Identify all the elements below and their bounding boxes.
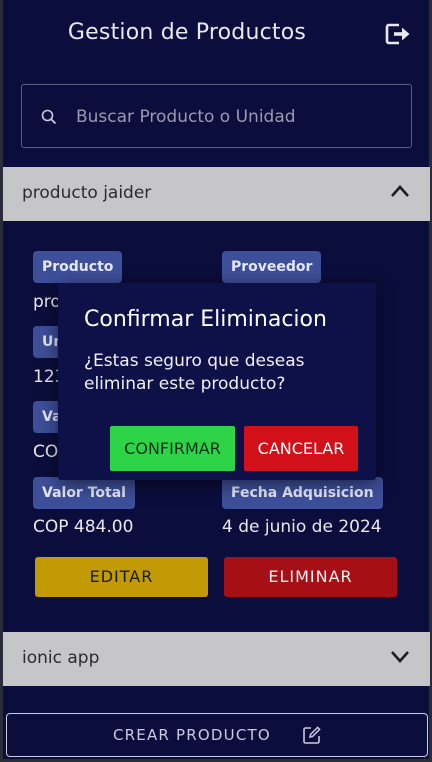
fecha-value: 4 de junio de 2024 xyxy=(222,517,382,537)
edit-button[interactable]: EDITAR xyxy=(35,557,208,597)
page-title: Gestion de Productos xyxy=(67,20,307,45)
create-product-label: CREAR PRODUCTO xyxy=(113,726,271,744)
proveedor-label-badge: Proveedor xyxy=(222,251,322,283)
search-icon xyxy=(41,109,57,125)
delete-button[interactable]: ELIMINAR xyxy=(224,557,397,597)
fecha-label-badge: Fecha Adquisicion xyxy=(222,477,383,509)
product-name: ionic app xyxy=(22,648,100,668)
create-product-button[interactable]: CREAR PRODUCTO xyxy=(6,713,428,757)
logout-icon[interactable] xyxy=(385,22,411,46)
cancel-button[interactable]: CANCELAR xyxy=(244,426,358,471)
chevron-up-icon xyxy=(391,185,409,197)
producto-label-badge: Producto xyxy=(33,251,123,283)
edit-square-icon xyxy=(303,726,321,744)
app-header: Gestion de Productos xyxy=(0,0,432,68)
confirm-delete-dialog: Confirmar Eliminacion ¿Estas seguro que … xyxy=(58,283,376,480)
confirm-button[interactable]: CONFIRMAR xyxy=(110,426,235,471)
chevron-down-icon xyxy=(391,651,409,663)
product-accordion-header[interactable]: ionic app xyxy=(3,632,430,686)
valor-total-value: COP 484.00 xyxy=(33,517,134,537)
dialog-title: Confirmar Eliminacion xyxy=(84,307,327,332)
product-name: producto jaider xyxy=(22,183,152,203)
product-accordion-header[interactable]: producto jaider xyxy=(3,167,430,221)
producto-value: pro xyxy=(33,292,61,312)
search-bar[interactable] xyxy=(21,84,412,148)
valor-total-label-badge: Valor Total xyxy=(33,477,135,509)
search-input[interactable] xyxy=(76,103,396,131)
valor-value: CO xyxy=(33,442,59,462)
dialog-message: ¿Estas seguro que deseas eliminar este p… xyxy=(84,351,305,394)
